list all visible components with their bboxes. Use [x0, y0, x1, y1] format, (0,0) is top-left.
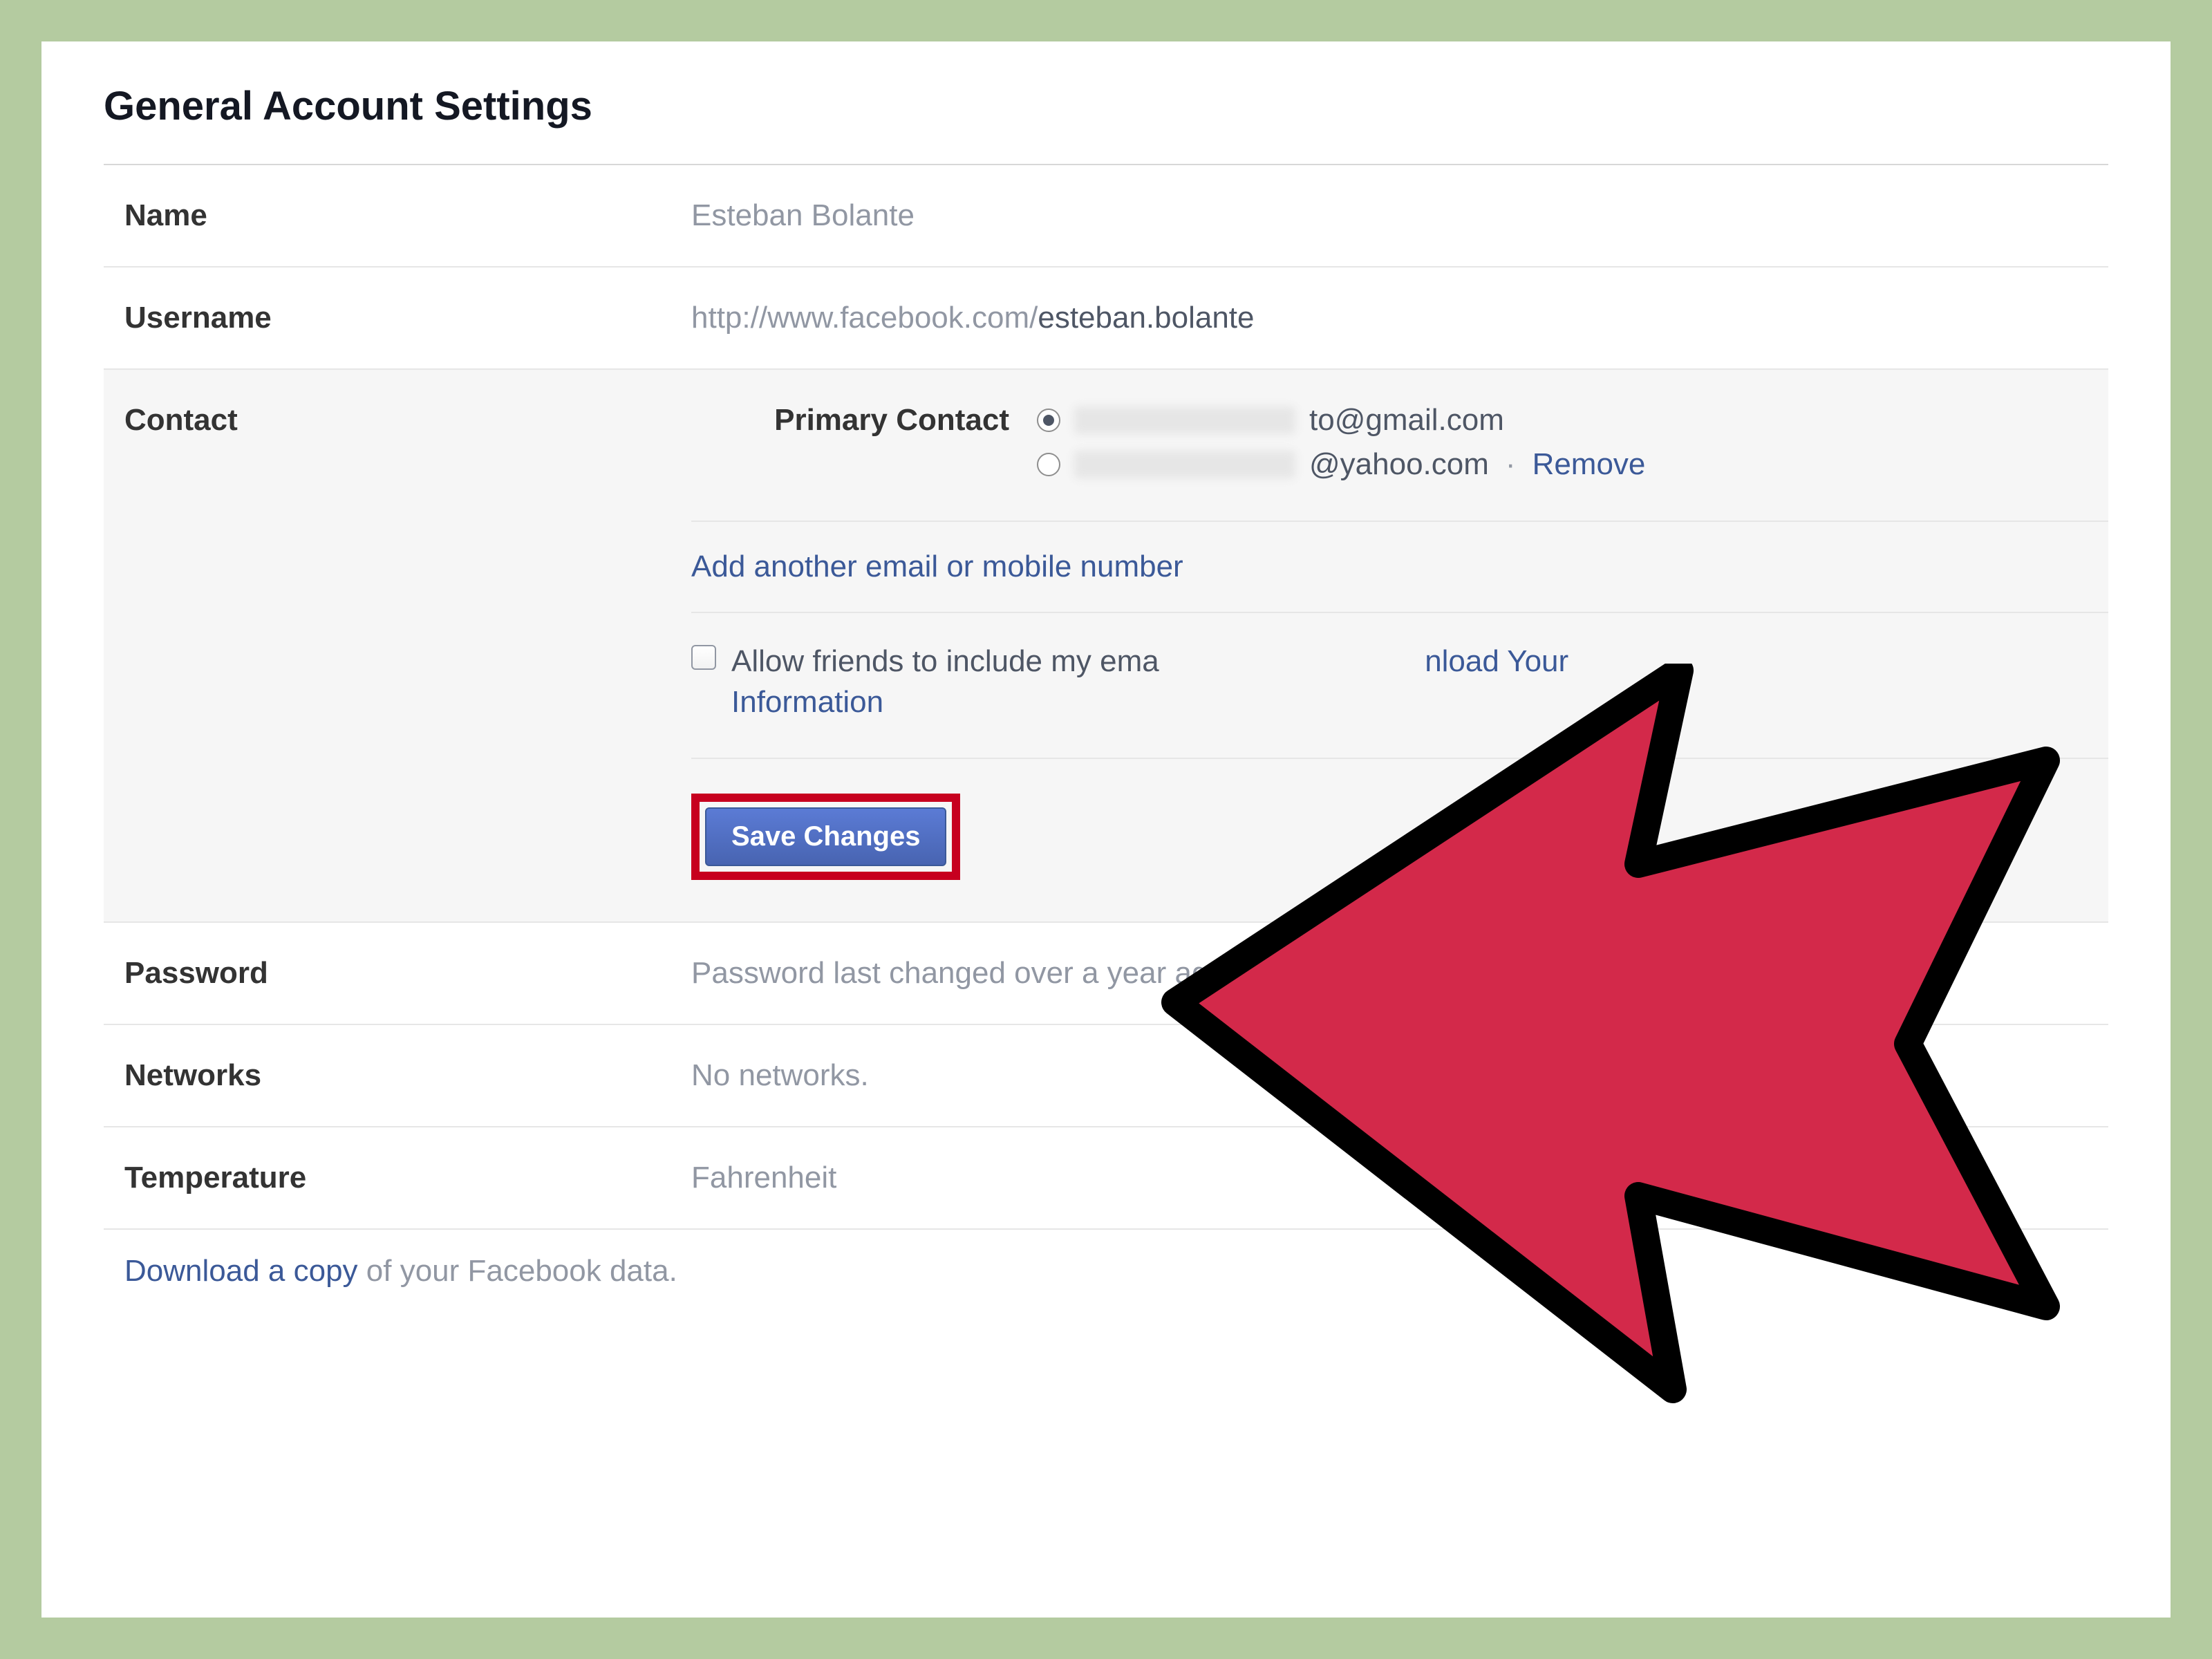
page-title: General Account Settings [104, 69, 2108, 164]
email-suffix: to@gmail.com [1309, 403, 1504, 438]
value-name: Esteban Bolante [691, 198, 2108, 233]
divider [691, 521, 2108, 522]
save-highlight: Save Changes [691, 794, 960, 880]
row-password[interactable]: Password Password last changed over a ye… [104, 923, 2108, 1025]
row-name[interactable]: Name Esteban Bolante [104, 165, 2108, 268]
label-name: Name [124, 198, 691, 233]
row-username[interactable]: Username http://www.facebook.com/esteban… [104, 268, 2108, 370]
radio-icon[interactable] [1037, 409, 1060, 432]
value-username: http://www.facebook.com/esteban.bolante [691, 301, 2108, 335]
label-networks: Networks [124, 1058, 691, 1093]
row-contact-expanded: Contact Primary Contact to@gmail.com @ya… [104, 370, 2108, 923]
information-link[interactable]: Information [731, 685, 883, 719]
radio-icon[interactable] [1037, 453, 1060, 476]
download-your-link[interactable]: nload Your [1425, 644, 1568, 678]
row-networks[interactable]: Networks No networks. [104, 1025, 2108, 1127]
footer-text: of your Facebook data. [358, 1254, 677, 1288]
divider [691, 612, 2108, 613]
primary-email-2[interactable]: @yahoo.com · Remove [1037, 447, 1645, 482]
remove-link[interactable]: Remove [1533, 447, 1646, 482]
value-temperature: Fahrenheit [691, 1161, 2108, 1195]
contact-content: Primary Contact to@gmail.com @yahoo.com … [691, 403, 2108, 880]
allow-text-1: Allow friends to include my ema [731, 644, 1159, 678]
separator: · [1506, 447, 1516, 482]
allow-friends-text: Allow friends to include my ema nload Yo… [731, 641, 1568, 723]
checkbox-icon[interactable] [691, 645, 716, 670]
value-password: Password last changed over a year ago. [691, 956, 2108, 991]
add-another-link[interactable]: Add another email or mobile number [691, 550, 2108, 584]
label-password: Password [124, 956, 691, 991]
settings-panel: General Account Settings Name Esteban Bo… [41, 41, 2171, 1618]
username-suffix: esteban.bolante [1038, 301, 1254, 335]
save-changes-button[interactable]: Save Changes [705, 807, 946, 866]
redacted-text [1074, 451, 1295, 478]
label-username: Username [124, 301, 691, 335]
allow-friends-checkbox-row[interactable]: Allow friends to include my ema nload Yo… [691, 641, 2108, 730]
row-temperature[interactable]: Temperature Fahrenheit [104, 1127, 2108, 1230]
redacted-text [1074, 406, 1295, 434]
username-prefix: http://www.facebook.com/ [691, 301, 1038, 335]
primary-contact-label: Primary Contact [691, 403, 1009, 482]
download-copy-link[interactable]: Download a copy [124, 1254, 358, 1288]
label-contact: Contact [124, 403, 691, 880]
footer: Download a copy of your Facebook data. [104, 1230, 2108, 1288]
divider [691, 758, 2108, 759]
primary-email-1[interactable]: to@gmail.com [1037, 403, 1645, 438]
value-networks: No networks. [691, 1058, 2108, 1093]
email-suffix: @yahoo.com [1309, 447, 1489, 482]
label-temperature: Temperature [124, 1161, 691, 1195]
